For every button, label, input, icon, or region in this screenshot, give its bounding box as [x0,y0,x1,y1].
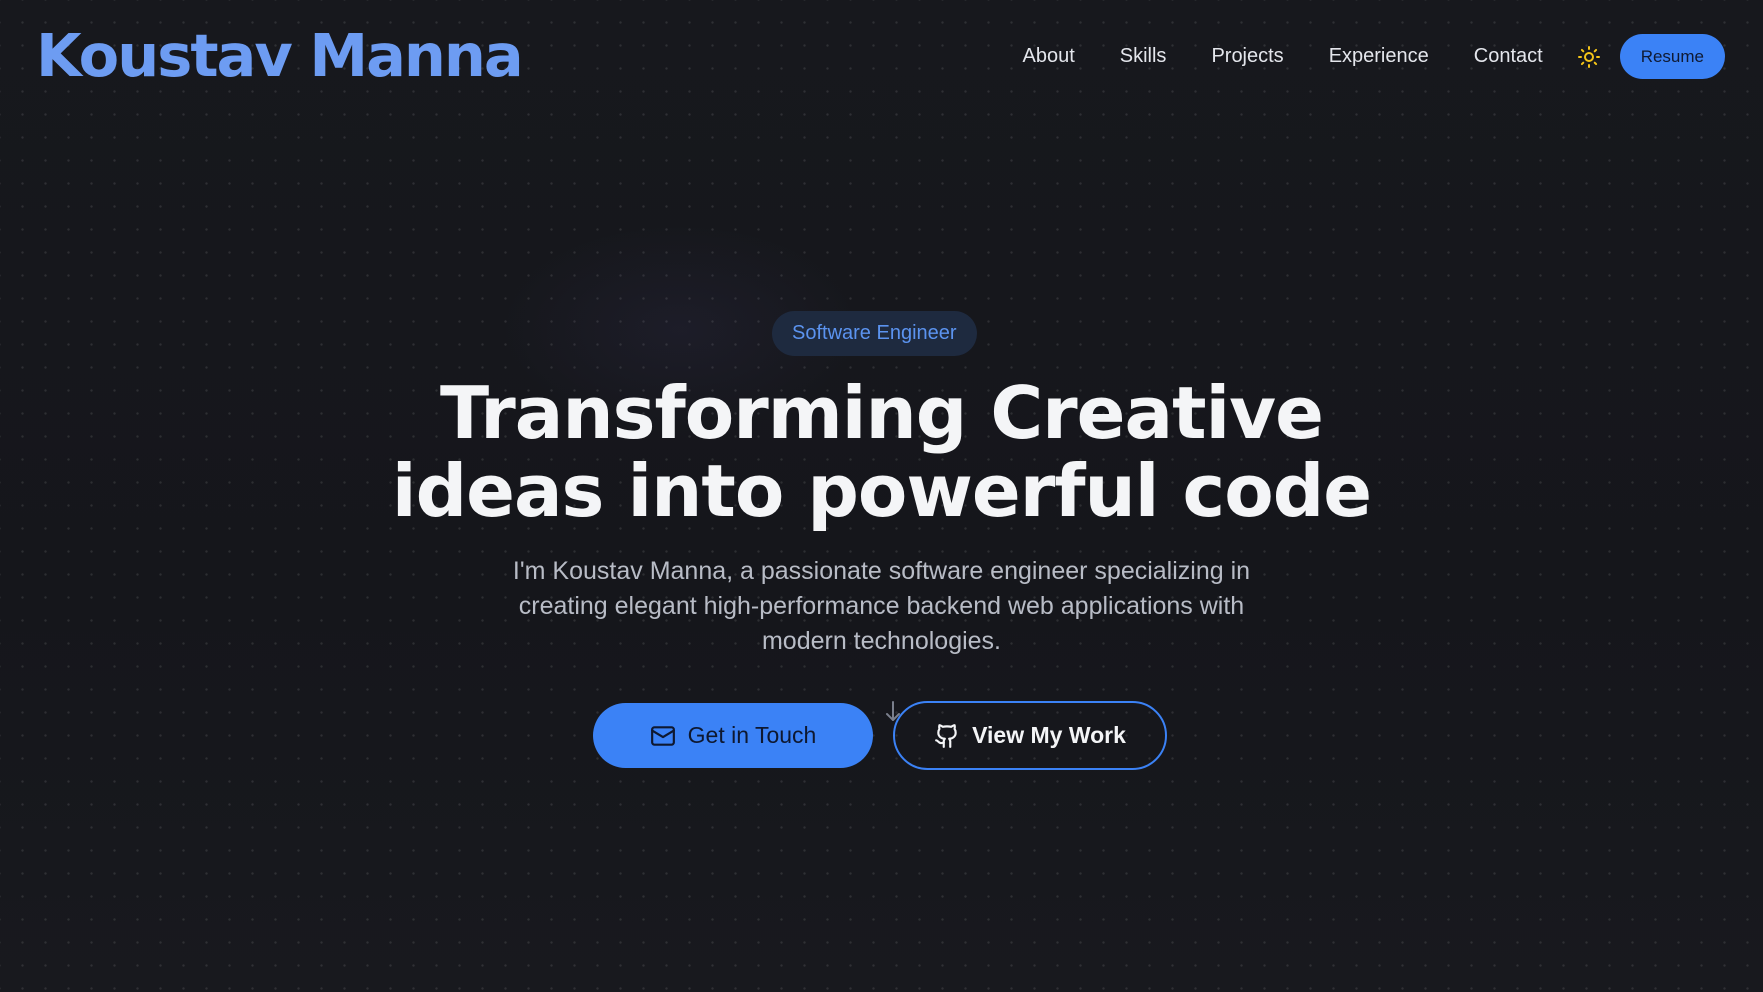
nav-link-projects[interactable]: Projects [1211,45,1283,68]
hero-headline: Transforming Creative ideas into powerfu… [0,374,1763,530]
nav-link-about[interactable]: About [1023,45,1075,68]
headline-line-1: Transforming Creative [440,371,1324,455]
sun-icon [1577,45,1600,68]
nav-link-experience[interactable]: Experience [1329,45,1429,68]
headline-line-2: ideas into powerful code [391,449,1372,533]
resume-button[interactable]: Resume [1619,34,1725,79]
main-nav: About Skills Projects Experience Contact… [1023,34,1725,79]
site-logo[interactable]: Koustav Manna [36,22,524,90]
theme-toggle-button[interactable] [1576,44,1602,70]
nav-link-contact[interactable]: Contact [1474,45,1543,68]
github-icon [934,723,960,749]
role-badge: Software Engineer [772,311,977,356]
view-my-work-label: View My Work [972,722,1126,748]
portfolio-page: Koustav Manna About Skills Projects Expe… [0,0,1763,992]
mail-icon [650,723,676,749]
nav-link-skills[interactable]: Skills [1120,45,1167,68]
hero-subtitle: I'm Koustav Manna, a passionate software… [512,557,1251,655]
get-in-touch-button[interactable]: Get in Touch [593,703,873,768]
get-in-touch-label: Get in Touch [687,722,817,748]
view-my-work-button[interactable]: View My Work [893,701,1167,770]
